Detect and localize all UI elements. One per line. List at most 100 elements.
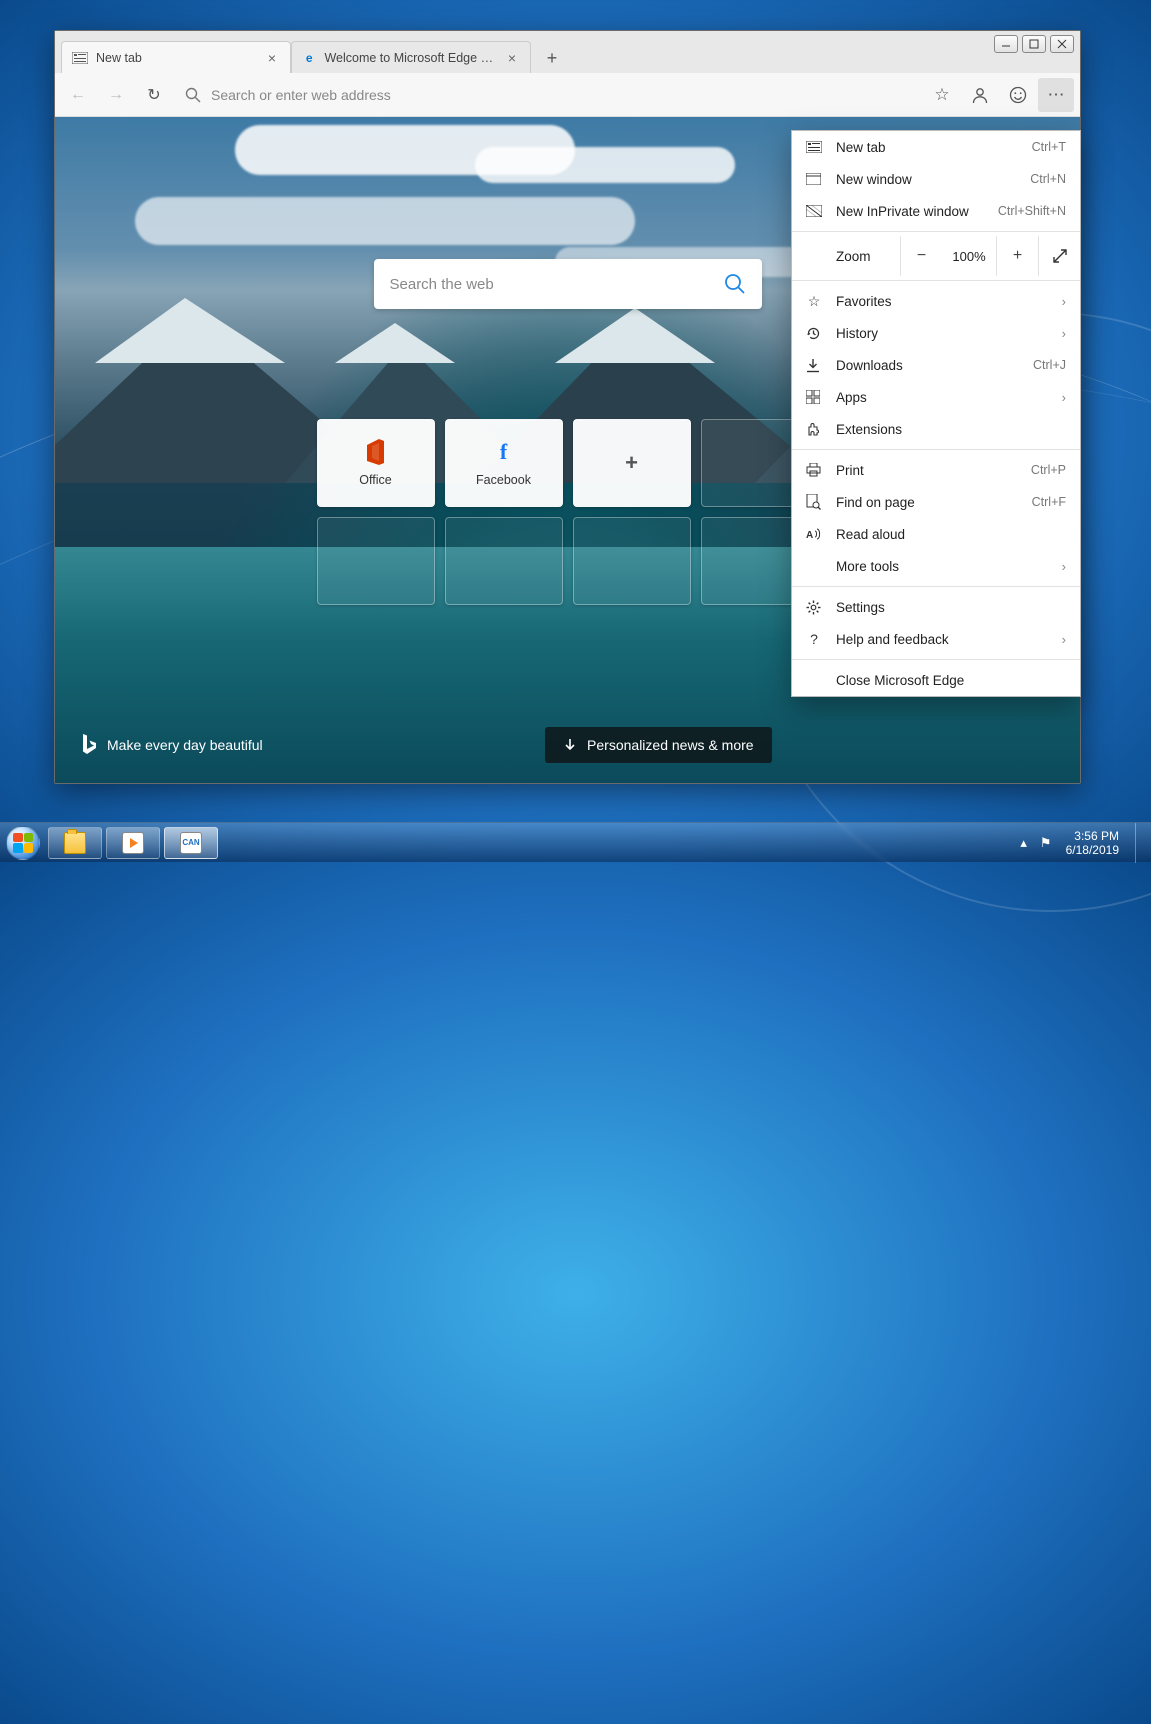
forward-button[interactable]: → xyxy=(99,78,133,112)
taskbar: CAN ▴ ⚑ 3:56 PM 6/18/2019 xyxy=(0,822,1151,862)
menu-find[interactable]: Find on page Ctrl+F xyxy=(792,486,1080,518)
tray-chevron-icon[interactable]: ▴ xyxy=(1016,835,1032,851)
svg-text:A: A xyxy=(806,530,813,541)
ntp-search-placeholder: Search the web xyxy=(390,276,494,293)
profile-icon[interactable] xyxy=(962,78,998,112)
ntp-search-box[interactable]: Search the web xyxy=(374,259,762,309)
bing-caption[interactable]: Make every day beautiful xyxy=(81,734,263,756)
tile-office[interactable]: Office xyxy=(317,419,435,507)
bing-logo-icon xyxy=(81,734,97,756)
tile-label: Office xyxy=(359,473,391,487)
chevron-right-icon: › xyxy=(1062,559,1066,574)
office-icon xyxy=(364,439,388,465)
tray-flag-icon[interactable]: ⚑ xyxy=(1038,835,1054,851)
new-tab-button[interactable]: + xyxy=(537,43,567,73)
menu-new-tab[interactable]: New tab Ctrl+T xyxy=(792,131,1080,163)
settings-menu-button[interactable]: ⋯ xyxy=(1038,78,1074,112)
folder-icon xyxy=(64,832,86,854)
back-button[interactable]: ← xyxy=(61,78,95,112)
close-tab-icon[interactable]: × xyxy=(264,50,280,66)
chevron-right-icon: › xyxy=(1062,294,1066,309)
menu-extensions[interactable]: Extensions xyxy=(792,413,1080,445)
refresh-button[interactable]: ↻ xyxy=(137,78,171,112)
extensions-icon xyxy=(806,422,822,437)
menu-downloads[interactable]: Downloads Ctrl+J xyxy=(792,349,1080,381)
close-window-button[interactable] xyxy=(1050,35,1074,53)
bing-caption-text: Make every day beautiful xyxy=(107,737,263,753)
zoom-in-button[interactable]: + xyxy=(996,236,1038,276)
menu-settings[interactable]: Settings xyxy=(792,591,1080,623)
chevron-right-icon: › xyxy=(1062,390,1066,405)
chevron-right-icon: › xyxy=(1062,632,1066,647)
news-toggle-label: Personalized news & more xyxy=(587,737,754,753)
tile-empty[interactable] xyxy=(317,517,435,605)
tab-title: New tab xyxy=(96,51,142,65)
find-icon xyxy=(806,494,822,510)
chevron-right-icon: › xyxy=(1062,326,1066,341)
gear-icon xyxy=(806,600,822,615)
toolbar: ← → ↻ Search or enter web address ☆ ⋯ xyxy=(55,73,1080,117)
menu-print[interactable]: Print Ctrl+P xyxy=(792,454,1080,486)
news-toggle-button[interactable]: Personalized news & more xyxy=(545,727,772,763)
menu-help[interactable]: ? Help and feedback › xyxy=(792,623,1080,655)
newtab-icon xyxy=(806,141,822,153)
window-icon xyxy=(806,173,822,185)
newtab-favicon xyxy=(72,50,88,66)
zoom-out-button[interactable]: − xyxy=(900,236,942,276)
fullscreen-button[interactable] xyxy=(1038,236,1080,276)
edge-favicon: e xyxy=(302,50,316,66)
tray-clock[interactable]: 3:56 PM 6/18/2019 xyxy=(1060,829,1125,857)
menu-new-window[interactable]: New window Ctrl+N xyxy=(792,163,1080,195)
zoom-value: 100% xyxy=(942,249,996,264)
menu-favorites[interactable]: ☆ Favorites › xyxy=(792,285,1080,317)
zoom-label: Zoom xyxy=(836,249,900,264)
address-bar[interactable]: Search or enter web address xyxy=(175,79,920,111)
favorite-star-icon[interactable]: ☆ xyxy=(924,78,960,112)
tile-empty[interactable] xyxy=(573,517,691,605)
print-icon xyxy=(806,463,822,477)
menu-inprivate[interactable]: New InPrivate window Ctrl+Shift+N xyxy=(792,195,1080,227)
menu-read-aloud[interactable]: A Read aloud xyxy=(792,518,1080,550)
tile-facebook[interactable]: f Facebook xyxy=(445,419,563,507)
help-icon: ? xyxy=(806,631,822,647)
show-desktop-button[interactable] xyxy=(1135,823,1147,863)
chevron-down-icon xyxy=(563,738,577,752)
inprivate-icon xyxy=(806,205,822,217)
edge-canary-icon: CAN xyxy=(180,832,202,854)
tab-new-tab[interactable]: New tab × xyxy=(61,41,291,73)
settings-menu: New tab Ctrl+T New window Ctrl+N New InP… xyxy=(791,130,1081,697)
search-icon xyxy=(185,87,201,103)
start-button[interactable] xyxy=(0,823,46,863)
facebook-icon: f xyxy=(500,439,507,465)
star-icon: ☆ xyxy=(806,293,822,310)
taskbar-media-player[interactable] xyxy=(106,827,160,859)
read-aloud-icon: A xyxy=(806,527,822,541)
menu-apps[interactable]: Apps › xyxy=(792,381,1080,413)
taskbar-explorer[interactable] xyxy=(48,827,102,859)
tray-time: 3:56 PM xyxy=(1066,829,1119,843)
quick-links-grid: Office f Facebook + xyxy=(317,419,819,605)
tab-welcome[interactable]: e Welcome to Microsoft Edge Can... × xyxy=(291,41,531,73)
apps-icon xyxy=(806,390,822,404)
tile-empty[interactable] xyxy=(445,517,563,605)
menu-zoom-row: Zoom − 100% + xyxy=(792,236,1080,276)
play-icon xyxy=(122,832,144,854)
address-placeholder: Search or enter web address xyxy=(211,87,391,103)
history-icon xyxy=(806,326,822,341)
search-icon xyxy=(724,273,746,295)
feedback-smiley-icon[interactable] xyxy=(1000,78,1036,112)
taskbar-edge-canary[interactable]: CAN xyxy=(164,827,218,859)
tile-label: Facebook xyxy=(476,473,531,487)
plus-icon: + xyxy=(625,450,638,476)
menu-close-edge[interactable]: Close Microsoft Edge xyxy=(792,664,1080,696)
maximize-button[interactable] xyxy=(1022,35,1046,53)
tab-strip: New tab × e Welcome to Microsoft Edge Ca… xyxy=(55,31,1080,73)
minimize-button[interactable] xyxy=(994,35,1018,53)
system-tray: ▴ ⚑ 3:56 PM 6/18/2019 xyxy=(1016,823,1151,863)
menu-more-tools[interactable]: More tools › xyxy=(792,550,1080,582)
download-icon xyxy=(806,358,822,373)
menu-history[interactable]: History › xyxy=(792,317,1080,349)
close-tab-icon[interactable]: × xyxy=(504,50,520,66)
tile-add[interactable]: + xyxy=(573,419,691,507)
tab-title: Welcome to Microsoft Edge Can... xyxy=(324,51,495,65)
